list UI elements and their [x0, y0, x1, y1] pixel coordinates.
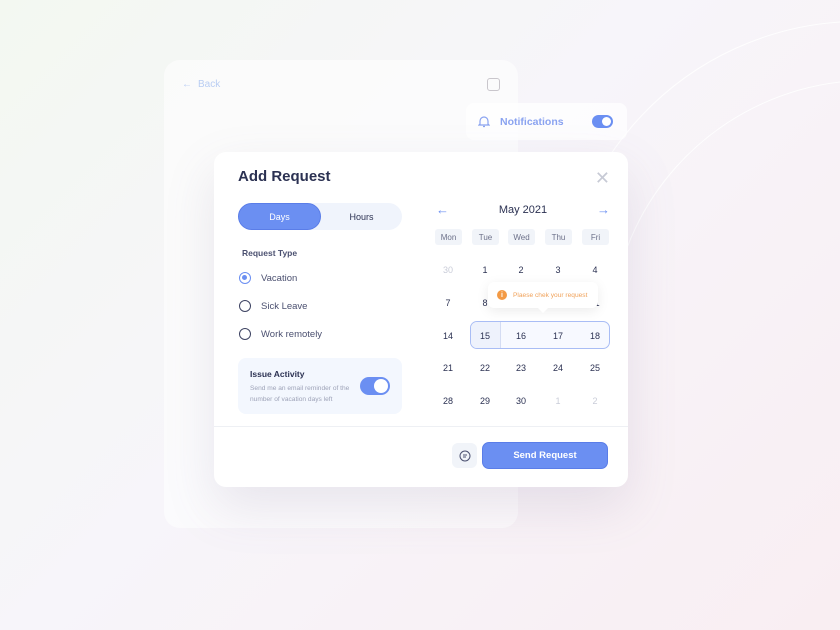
prev-month-button[interactable]: ←	[436, 202, 449, 217]
calendar-month: May 2021	[498, 203, 548, 216]
calendar-day[interactable]: 25	[580, 358, 610, 378]
add-request-modal: Add Request ✕ Days Hours Request Type Va…	[214, 152, 628, 487]
comment-button[interactable]	[452, 443, 477, 468]
weekday-mon: Mon	[435, 229, 462, 245]
unit-toggle: Days Hours	[238, 203, 402, 230]
tab-days[interactable]: Days	[238, 203, 321, 230]
calendar-day[interactable]: 4	[580, 260, 610, 280]
back-link[interactable]: ← Back	[182, 79, 220, 90]
tab-hours[interactable]: Hours	[321, 203, 402, 230]
calendar-header: ← May 2021 →	[436, 202, 610, 217]
modal-title: Add Request	[238, 168, 331, 185]
calendar-day[interactable]: 30	[433, 260, 463, 280]
calendar-day[interactable]: 1	[543, 391, 573, 411]
warning-tooltip: i Plaese chek your request	[488, 282, 598, 313]
info-icon: i	[497, 290, 507, 300]
calendar-day[interactable]: 1	[470, 260, 500, 280]
weekday-wed: Wed	[508, 229, 535, 245]
chat-icon	[459, 450, 470, 461]
calendar-day[interactable]: 24	[543, 358, 573, 378]
calendar-day[interactable]: 18	[580, 326, 610, 346]
notifications-toggle[interactable]	[592, 115, 613, 128]
weekday-tue: Tue	[472, 229, 499, 245]
edit-icon[interactable]	[487, 78, 500, 91]
calendar-day[interactable]: 17	[543, 326, 573, 346]
bell-icon	[478, 116, 490, 128]
calendar-day[interactable]: 29	[470, 391, 500, 411]
request-type-label: Request Type	[242, 248, 298, 258]
calendar-day[interactable]: 23	[506, 358, 536, 378]
issue-activity-card: Issue Activity Send me an email reminder…	[238, 358, 402, 414]
calendar-day[interactable]: 22	[470, 358, 500, 378]
arrow-left-icon: ←	[182, 79, 192, 90]
divider	[214, 426, 628, 427]
calendar-day[interactable]: 7	[433, 293, 463, 313]
radio-work-remotely[interactable]: Work remotely	[239, 328, 322, 340]
calendar-day[interactable]: 14	[433, 326, 463, 346]
send-request-button[interactable]: Send Request	[482, 442, 608, 469]
calendar-day[interactable]: 16	[506, 326, 536, 346]
calendar-day[interactable]: 21	[433, 358, 463, 378]
calendar-day[interactable]: 28	[433, 391, 463, 411]
calendar-day[interactable]: 2	[580, 391, 610, 411]
calendar-day[interactable]: 3	[543, 260, 573, 280]
notifications-panel: Notifications	[466, 103, 627, 140]
close-icon[interactable]: ✕	[595, 168, 610, 189]
radio-sick-leave[interactable]: Sick Leave	[239, 300, 307, 312]
issue-activity-toggle[interactable]	[360, 377, 390, 395]
calendar-day[interactable]: 15	[470, 326, 500, 346]
radio-vacation[interactable]: Vacation	[239, 272, 297, 284]
background-arc	[609, 81, 840, 341]
weekday-thu: Thu	[545, 229, 572, 245]
calendar-day[interactable]: 2	[506, 260, 536, 280]
calendar-day[interactable]: 30	[506, 391, 536, 411]
next-month-button[interactable]: →	[597, 202, 610, 217]
weekday-fri: Fri	[582, 229, 609, 245]
